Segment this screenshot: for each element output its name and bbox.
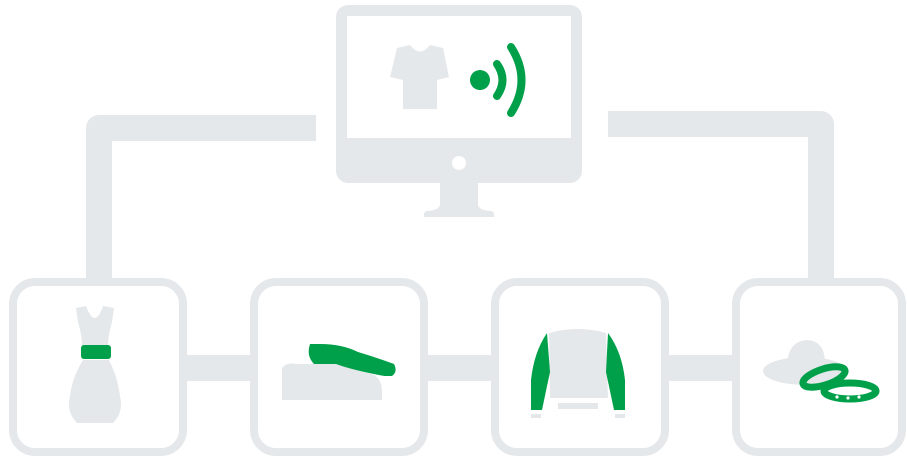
- monitor-screen: [347, 16, 571, 138]
- connector-3-4: [662, 355, 742, 381]
- monitor: [336, 5, 582, 217]
- diagram-canvas: [9, 5, 906, 456]
- connector-1-2: [180, 355, 260, 381]
- connector-left: [86, 115, 316, 285]
- omnichannel-diagram: [0, 0, 907, 458]
- connector-right: [608, 111, 834, 285]
- monitor-stand: [423, 183, 495, 217]
- connector-2-3: [420, 355, 500, 381]
- monitor-power-dot: [452, 156, 466, 170]
